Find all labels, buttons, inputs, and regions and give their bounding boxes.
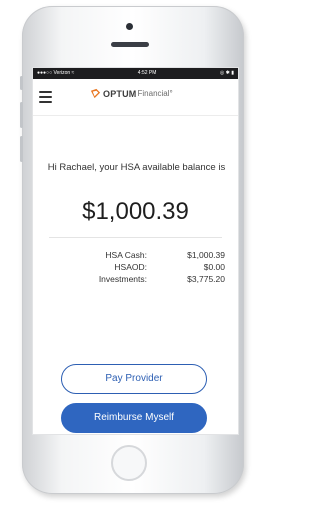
detail-value: $1,000.39 bbox=[187, 250, 225, 260]
volume-up-button bbox=[20, 102, 23, 128]
optum-financial-logo: OPTUM Financial° bbox=[90, 88, 173, 99]
app-screen: ●●●○○ Verizon ≈ 4:52 PM ◎ ✱ ▮ OPTUM Fina… bbox=[32, 67, 239, 435]
detail-value: $3,775.20 bbox=[187, 274, 225, 284]
account-breakdown: HSA Cash: $1,000.39 HSAOD: $0.00 Investm… bbox=[51, 249, 225, 285]
available-balance: $1,000.39 bbox=[82, 198, 189, 225]
speaker-grille bbox=[111, 42, 149, 47]
app-header: OPTUM Financial° bbox=[33, 79, 238, 116]
hamburger-menu-icon[interactable] bbox=[39, 91, 52, 106]
detail-label: HSAOD: bbox=[114, 262, 147, 272]
mute-switch bbox=[20, 76, 23, 90]
section-divider bbox=[49, 237, 222, 238]
balance-greeting: Hi Rachael, your HSA available balance i… bbox=[47, 162, 226, 173]
camera-icon bbox=[126, 23, 133, 30]
volume-down-button bbox=[20, 136, 23, 162]
detail-label: Investments: bbox=[98, 274, 147, 284]
logo-text-financial: Financial° bbox=[137, 89, 173, 98]
detail-row-hsa-cash: HSA Cash: $1,000.39 bbox=[51, 249, 225, 261]
home-button[interactable] bbox=[111, 445, 147, 481]
pay-provider-button[interactable]: Pay Provider bbox=[61, 364, 207, 394]
detail-label: HSA Cash: bbox=[105, 250, 147, 260]
optum-logo-icon bbox=[90, 88, 101, 99]
carrier-signal: ●●●○○ Verizon ≈ bbox=[37, 70, 75, 76]
status-indicators: ◎ ✱ ▮ bbox=[219, 70, 234, 76]
logo-text-optum: OPTUM bbox=[103, 88, 137, 99]
status-time: 4:52 PM bbox=[137, 70, 157, 76]
detail-row-hsaod: HSAOD: $0.00 bbox=[51, 261, 225, 273]
detail-value: $0.00 bbox=[203, 262, 225, 272]
reimburse-myself-button[interactable]: Reimburse Myself bbox=[61, 403, 207, 433]
detail-row-investments: Investments: $3,775.20 bbox=[51, 273, 225, 285]
status-bar: ●●●○○ Verizon ≈ 4:52 PM ◎ ✱ ▮ bbox=[33, 68, 238, 79]
